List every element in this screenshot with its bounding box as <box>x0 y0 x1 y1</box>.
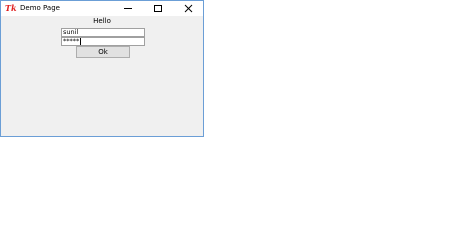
window-title: Demo Page <box>20 4 60 12</box>
minimize-icon <box>124 8 132 9</box>
hello-label: Hello <box>93 17 111 25</box>
close-icon <box>184 4 193 13</box>
tk-logo-icon: Tk <box>5 3 17 13</box>
minimize-button[interactable] <box>113 1 143 16</box>
app-window: Tk Demo Page Hello sunil ***** Ok <box>0 0 204 137</box>
password-value: ***** <box>63 37 80 45</box>
ok-button[interactable]: Ok <box>76 46 130 58</box>
text-caret <box>80 38 82 45</box>
close-button[interactable] <box>173 1 203 16</box>
maximize-icon <box>154 5 162 12</box>
username-value: sunil <box>63 28 79 36</box>
username-input[interactable]: sunil <box>61 28 145 37</box>
title-bar[interactable]: Tk Demo Page <box>1 1 203 16</box>
password-input[interactable]: ***** <box>61 37 145 46</box>
maximize-button[interactable] <box>143 1 173 16</box>
window-client-area: Hello sunil ***** Ok <box>1 16 203 136</box>
